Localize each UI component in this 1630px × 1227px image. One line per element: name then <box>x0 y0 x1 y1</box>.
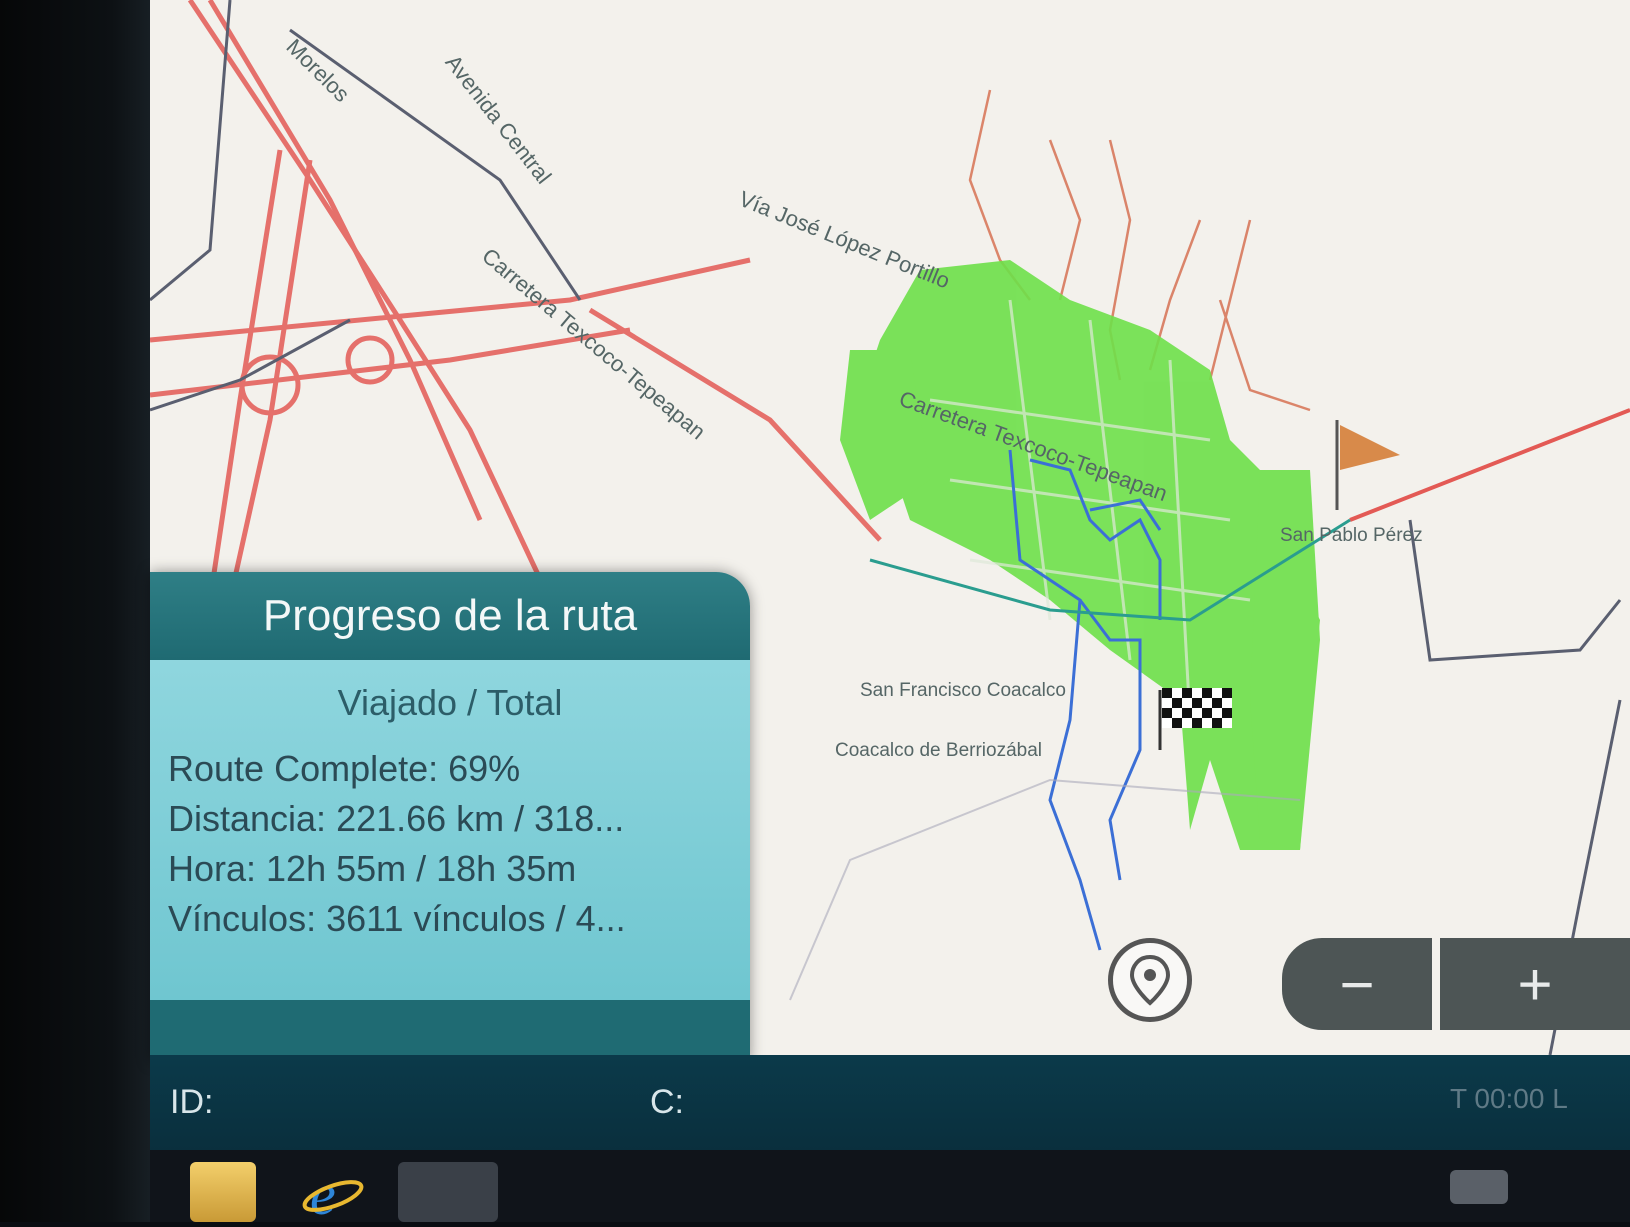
panel-title: Progreso de la ruta <box>150 572 750 660</box>
taskbar: e <box>150 1150 1630 1227</box>
keyboard-icon[interactable] <box>1450 1170 1508 1204</box>
road-label-san-francisco-coacalco: San Francisco Coacalco <box>860 680 1066 701</box>
status-bar: ID: C: T 00:00 L <box>150 1055 1630 1150</box>
location-pin-icon[interactable] <box>1108 938 1192 1022</box>
panel-body: Viajado / Total Route Complete: 69% Dist… <box>150 660 750 1000</box>
road-label-coacalco-de-berriozabal: Coacalco de Berriozábal <box>835 740 1043 761</box>
id-label: ID: <box>170 1083 214 1121</box>
ie-browser-icon[interactable]: e <box>300 1162 366 1227</box>
folder-icon[interactable] <box>190 1162 256 1222</box>
zoom-in-button[interactable]: + <box>1440 938 1630 1030</box>
time-stat: Hora: 12h 55m / 18h 35m <box>168 848 577 889</box>
panel-footer <box>150 1000 750 1062</box>
distance-stat: Distancia: 221.66 km / 318... <box>168 798 625 839</box>
zoom-out-button[interactable]: − <box>1282 938 1432 1030</box>
route-progress-panel: Progreso de la ruta Viajado / Total Rout… <box>150 572 750 1062</box>
c-label: C: <box>650 1083 684 1121</box>
app-icon[interactable] <box>398 1162 498 1222</box>
road-label-san-pablo: San Pablo Pérez <box>1280 525 1423 546</box>
start-flag-icon <box>1335 420 1400 510</box>
links-stat: Vínculos: 3611 vínculos / 4... <box>168 898 626 939</box>
panel-subtitle: Viajado / Total <box>337 682 563 723</box>
route-complete-stat: Route Complete: 69% <box>168 748 521 789</box>
screen-bezel <box>0 0 160 1222</box>
clock-label: T 00:00 L <box>1450 1083 1568 1114</box>
